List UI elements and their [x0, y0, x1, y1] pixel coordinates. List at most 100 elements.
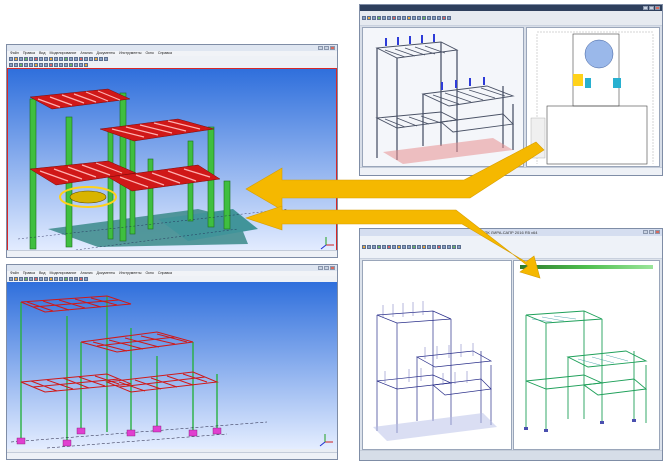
toolbar-tool-icon[interactable] [54, 277, 58, 281]
toolbar-tool-icon[interactable] [447, 16, 451, 20]
toolbar-tool-icon[interactable] [412, 16, 416, 20]
toolbar-tool-icon[interactable] [417, 16, 421, 20]
toolbar-tool-icon[interactable] [397, 16, 401, 20]
model-viewport-3d[interactable] [7, 68, 337, 251]
toolbar-tool-icon[interactable] [39, 57, 43, 61]
toolbar-tool-icon[interactable] [19, 57, 23, 61]
window-close-icon[interactable] [655, 230, 660, 234]
toolbar-tool-icon[interactable] [74, 63, 78, 67]
window-close-icon[interactable] [655, 6, 660, 10]
toolbar-tool-icon[interactable] [79, 57, 83, 61]
toolbar-tool-icon[interactable] [84, 63, 88, 67]
toolbar-tool-icon[interactable] [34, 57, 38, 61]
toolbar-tool-icon[interactable] [392, 16, 396, 20]
toolbar-tool-icon[interactable] [402, 245, 406, 249]
window-minimize-icon[interactable] [318, 46, 323, 50]
toolbar-tool-icon[interactable] [104, 57, 108, 61]
toolbar-tool-icon[interactable] [59, 57, 63, 61]
toolbar-tool-icon[interactable] [372, 16, 376, 20]
toolbar-tool-icon[interactable] [64, 277, 68, 281]
window-maximize-icon[interactable] [649, 6, 654, 10]
toolbar-tool-icon[interactable] [407, 245, 411, 249]
toolbar-tool-icon[interactable] [427, 16, 431, 20]
toolbar-tool-icon[interactable] [94, 57, 98, 61]
toolbar-tool-icon[interactable] [64, 57, 68, 61]
toolbar-tool-icon[interactable] [69, 57, 73, 61]
toolbar-tool-icon[interactable] [367, 245, 371, 249]
toolbar-tool-icon[interactable] [14, 63, 18, 67]
toolbar-tool-icon[interactable] [59, 277, 63, 281]
toolbar-tool-icon[interactable] [24, 57, 28, 61]
toolbar-tool-icon[interactable] [427, 245, 431, 249]
toolbar-tool-icon[interactable] [457, 245, 461, 249]
toolbar-tool-icon[interactable] [74, 57, 78, 61]
toolbar-tool-icon[interactable] [387, 245, 391, 249]
toolbar-tool-icon[interactable] [9, 277, 13, 281]
toolbar-tool-icon[interactable] [19, 63, 23, 67]
toolbar-tool-icon[interactable] [69, 277, 73, 281]
toolbar-tool-icon[interactable] [39, 277, 43, 281]
toolbar-tool-icon[interactable] [9, 57, 13, 61]
toolbar-tool-icon[interactable] [432, 16, 436, 20]
analysis-left-panel[interactable] [362, 260, 512, 450]
toolbar-tool-icon[interactable] [377, 245, 381, 249]
toolbar-tool-icon[interactable] [49, 63, 53, 67]
analysis-results-panel[interactable] [513, 260, 660, 450]
toolbar-tool-icon[interactable] [14, 277, 18, 281]
window-minimize-icon[interactable] [643, 6, 648, 10]
toolbar-tool-icon[interactable] [79, 277, 83, 281]
toolbar-tool-icon[interactable] [79, 63, 83, 67]
toolbar-tool-icon[interactable] [89, 57, 93, 61]
toolbar-tool-icon[interactable] [69, 63, 73, 67]
toolbar-tool-icon[interactable] [54, 57, 58, 61]
toolbar-tool-icon[interactable] [447, 245, 451, 249]
toolbar-tool-icon[interactable] [84, 277, 88, 281]
window-minimize-icon[interactable] [643, 230, 648, 234]
design-2d-drawing-panel[interactable] [526, 27, 660, 167]
toolbar-tool-icon[interactable] [362, 16, 366, 20]
toolbar-tool-icon[interactable] [34, 277, 38, 281]
toolbar-tool-icon[interactable] [99, 57, 103, 61]
window-minimize-icon[interactable] [318, 266, 323, 270]
toolbar-tool-icon[interactable] [24, 63, 28, 67]
toolbar-tool-icon[interactable] [44, 57, 48, 61]
toolbar-tool-icon[interactable] [372, 245, 376, 249]
toolbar-tool-icon[interactable] [367, 16, 371, 20]
toolbar-tool-icon[interactable] [437, 16, 441, 20]
toolbar-tool-icon[interactable] [64, 63, 68, 67]
toolbar-tool-icon[interactable] [437, 245, 441, 249]
toolbar-tool-icon[interactable] [74, 277, 78, 281]
toolbar-tool-icon[interactable] [442, 245, 446, 249]
toolbar-tool-icon[interactable] [387, 16, 391, 20]
toolbar-tool-icon[interactable] [422, 245, 426, 249]
toolbar-tool-icon[interactable] [392, 245, 396, 249]
toolbar-tool-icon[interactable] [44, 277, 48, 281]
toolbar-tool-icon[interactable] [29, 277, 33, 281]
toolbar-tool-icon[interactable] [49, 57, 53, 61]
toolbar-tool-icon[interactable] [39, 63, 43, 67]
toolbar-tool-icon[interactable] [382, 16, 386, 20]
design-3d-panel[interactable] [362, 27, 524, 167]
toolbar-tool-icon[interactable] [422, 16, 426, 20]
toolbar-tool-icon[interactable] [377, 16, 381, 20]
toolbar-tool-icon[interactable] [412, 245, 416, 249]
window-close-icon[interactable] [330, 266, 335, 270]
toolbar-tool-icon[interactable] [402, 16, 406, 20]
toolbar-tool-icon[interactable] [34, 63, 38, 67]
window-maximize-icon[interactable] [324, 266, 329, 270]
toolbar-tool-icon[interactable] [59, 63, 63, 67]
toolbar-tool-icon[interactable] [14, 57, 18, 61]
toolbar-tool-icon[interactable] [49, 277, 53, 281]
toolbar-tool-icon[interactable] [44, 63, 48, 67]
toolbar-tool-icon[interactable] [9, 63, 13, 67]
window-close-icon[interactable] [330, 46, 335, 50]
toolbar-tool-icon[interactable] [417, 245, 421, 249]
toolbar-tool-icon[interactable] [362, 245, 366, 249]
toolbar-tool-icon[interactable] [24, 277, 28, 281]
toolbar-tool-icon[interactable] [407, 16, 411, 20]
toolbar-tool-icon[interactable] [54, 63, 58, 67]
toolbar-tool-icon[interactable] [382, 245, 386, 249]
toolbar-tool-icon[interactable] [442, 16, 446, 20]
toolbar-tool-icon[interactable] [84, 57, 88, 61]
toolbar-tool-icon[interactable] [29, 63, 33, 67]
